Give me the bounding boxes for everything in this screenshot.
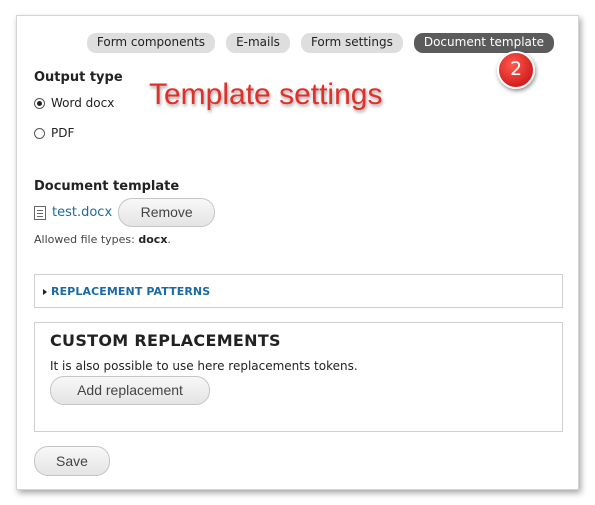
radio-button-unchecked[interactable] bbox=[34, 127, 45, 139]
tab-form-settings[interactable]: Form settings bbox=[300, 33, 403, 53]
tab-form-components[interactable]: Form components bbox=[86, 33, 216, 53]
tab-document-template[interactable]: Document template bbox=[413, 33, 554, 53]
tab-bar: Form components E-mails Form settings Do… bbox=[86, 33, 554, 53]
replacement-patterns-fieldset: REPLACEMENT PATTERNS bbox=[34, 274, 563, 308]
output-type-label: Output type bbox=[34, 70, 123, 85]
document-template-label: Document template bbox=[34, 179, 180, 194]
uploaded-file-row: test.docx Remove bbox=[34, 198, 216, 227]
tab-e-mails[interactable]: E-mails bbox=[226, 33, 290, 53]
radio-pdf[interactable]: PDF bbox=[34, 126, 74, 140]
custom-replacements-title: CUSTOM REPLACEMENTS bbox=[50, 331, 281, 350]
replacement-patterns-label[interactable]: REPLACEMENT PATTERNS bbox=[51, 285, 210, 298]
radio-word-docx[interactable]: Word docx bbox=[34, 96, 114, 110]
radio-label-word-docx: Word docx bbox=[51, 96, 115, 110]
annotation-template-settings: Template settings bbox=[149, 78, 383, 111]
replacement-patterns-toggle[interactable]: REPLACEMENT PATTERNS bbox=[43, 285, 210, 298]
custom-replacements-fieldset: CUSTOM REPLACEMENTS It is also possible … bbox=[34, 322, 563, 432]
allowed-prefix: Allowed file types: bbox=[34, 233, 135, 246]
radio-button-checked[interactable] bbox=[34, 97, 45, 109]
file-link[interactable]: test.docx bbox=[52, 205, 112, 220]
step-number-badge: 2 bbox=[497, 51, 535, 89]
allowed-type: docx bbox=[138, 233, 168, 246]
collapse-triangle-icon bbox=[43, 288, 47, 295]
file-icon bbox=[34, 205, 46, 220]
allowed-file-types: Allowed file types: docx. bbox=[34, 233, 171, 246]
allowed-suffix: . bbox=[167, 233, 171, 246]
custom-replacements-description: It is also possible to use here replacem… bbox=[50, 359, 358, 373]
add-replacement-button[interactable]: Add replacement bbox=[50, 376, 210, 405]
remove-button[interactable]: Remove bbox=[118, 198, 216, 227]
radio-label-pdf: PDF bbox=[51, 126, 75, 140]
save-button[interactable]: Save bbox=[34, 446, 110, 476]
